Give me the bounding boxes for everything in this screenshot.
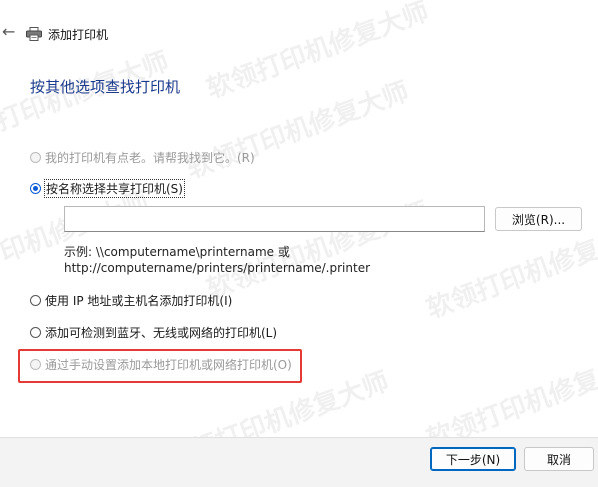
radio-option-bluetooth-wireless[interactable]: 添加可检测到蓝牙、无线或网络的打印机(L) <box>30 324 277 341</box>
highlight-box <box>18 349 302 383</box>
radio-label: 使用 IP 地址或主机名添加打印机(I) <box>45 294 233 308</box>
radio-button[interactable] <box>30 327 41 338</box>
radio-option-ip-address[interactable]: 使用 IP 地址或主机名添加打印机(I) <box>30 292 232 309</box>
radio-label: 按名称选择共享打印机(S) <box>44 179 185 198</box>
window-title: 添加打印机 <box>48 28 109 42</box>
next-button[interactable]: 下一步(N) <box>430 447 516 471</box>
radio-option-old-printer[interactable]: 我的打印机有点老。请帮我找到它。(R) <box>30 149 255 166</box>
dialog-footer: 下一步(N) 取消 <box>0 438 598 487</box>
example-text-line2: http://computername/printers/printername… <box>64 261 371 275</box>
radio-label: 我的打印机有点老。请帮我找到它。(R) <box>45 151 255 165</box>
example-text-line1: 示例: \\computername\printername 或 <box>64 245 290 259</box>
page-heading: 按其他选项查找打印机 <box>30 78 181 96</box>
watermark-text: 软领打印机修复大师 <box>0 186 153 295</box>
radio-button[interactable] <box>30 152 41 163</box>
printer-icon <box>26 26 42 45</box>
shared-printer-name-input[interactable] <box>64 206 485 232</box>
cancel-button[interactable]: 取消 <box>524 447 594 471</box>
watermark-text: 软领打印机修复大师 <box>182 76 413 185</box>
dialog-title-bar: ← 添加打印机 <box>0 20 598 50</box>
back-arrow-icon[interactable]: ← <box>2 22 15 41</box>
browse-button[interactable]: 浏览(R)... <box>495 207 582 231</box>
radio-button[interactable] <box>30 183 41 194</box>
watermark-text: 软领打印机修复大师 <box>0 46 173 155</box>
watermark-text: 软领打印机修复大师 <box>202 0 433 105</box>
radio-label: 添加可检测到蓝牙、无线或网络的打印机(L) <box>45 326 278 340</box>
radio-option-shared-printer[interactable]: 按名称选择共享打印机(S) <box>30 179 185 198</box>
radio-button[interactable] <box>30 295 41 306</box>
